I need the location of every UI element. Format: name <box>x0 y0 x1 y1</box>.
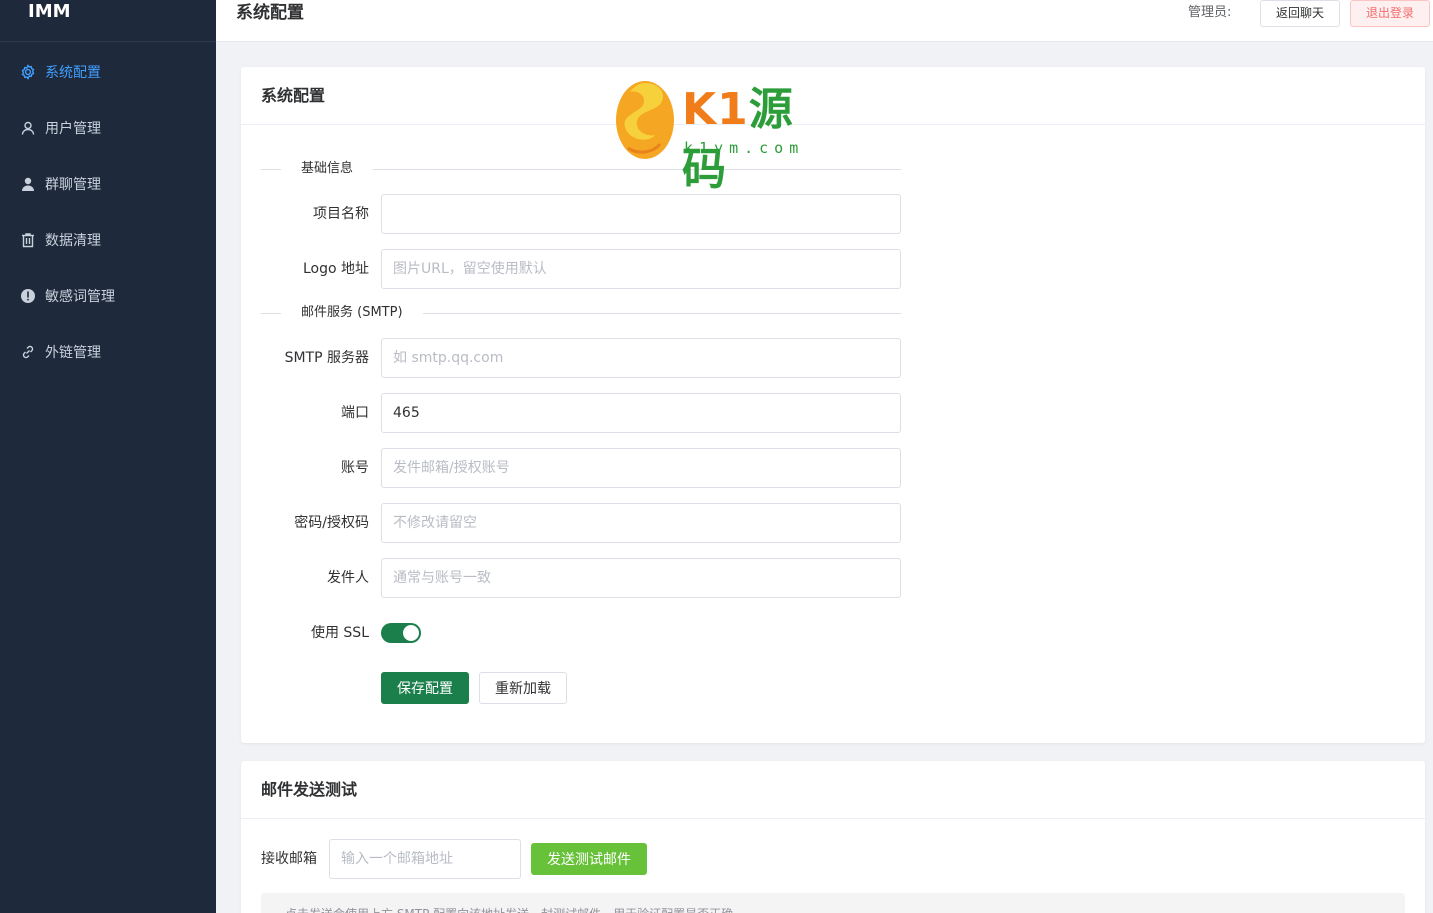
field-label: 项目名称 <box>313 206 369 222</box>
form-row-account: 账号 <box>241 448 941 488</box>
user-filled-icon <box>20 176 36 192</box>
form-row-password: 密码/授权码 <box>241 503 941 543</box>
field-label: 账号 <box>341 460 369 476</box>
admin-label: 管理员: <box>1188 5 1232 20</box>
reload-button[interactable]: 重新加载 <box>479 672 567 704</box>
field-label: SMTP 服务器 <box>284 350 369 366</box>
sidebar-item-label: 数据清理 <box>45 233 101 249</box>
ssl-toggle[interactable] <box>381 623 421 643</box>
field-label: 使用 SSL <box>310 625 369 641</box>
sidebar: IMM 系统配置 用户管理 群聊管理 数据清理 敏感词管理 外链管理 <box>0 0 216 913</box>
sidebar-item-external-links[interactable]: 外链管理 <box>0 324 216 380</box>
sender-input[interactable] <box>381 558 901 598</box>
sidebar-menu: 系统配置 用户管理 群聊管理 数据清理 敏感词管理 外链管理 <box>0 42 216 380</box>
toggle-knob <box>403 625 419 641</box>
sidebar-item-label: 群聊管理 <box>45 177 101 193</box>
link-icon <box>20 344 36 360</box>
brand-name: IMM <box>28 1 71 22</box>
smtp-server-input[interactable] <box>381 338 901 378</box>
form-row-ssl: 使用 SSL <box>241 613 941 653</box>
form-row-sender: 发件人 <box>241 558 941 598</box>
back-to-chat-button[interactable]: 返回聊天 <box>1260 0 1340 27</box>
card-title: 系统配置 <box>241 67 1425 125</box>
top-header: 系统配置 管理员: 返回聊天 退出登录 <box>216 0 1433 42</box>
watermark-domain: k1ym.com <box>684 139 805 157</box>
mail-test-hint: 点击发送会使用上方 SMTP 配置向该地址发送一封测试邮件，用于验证配置是否正确… <box>261 893 1405 913</box>
user-icon <box>20 120 36 136</box>
sidebar-item-sensitive-words[interactable]: 敏感词管理 <box>0 268 216 324</box>
trash-icon <box>20 232 36 248</box>
field-label: 发件人 <box>327 570 369 586</box>
sidebar-item-user-management[interactable]: 用户管理 <box>0 100 216 156</box>
sidebar-item-label: 系统配置 <box>45 65 101 81</box>
watermark-logo-icon <box>616 81 674 159</box>
field-label: 端口 <box>341 405 369 421</box>
recipient-email-input[interactable] <box>329 839 521 879</box>
card-title: 邮件发送测试 <box>241 761 1425 819</box>
field-label: Logo 地址 <box>302 261 369 277</box>
logout-button[interactable]: 退出登录 <box>1350 0 1430 27</box>
form-row-project-name: 项目名称 <box>241 194 941 234</box>
port-input[interactable] <box>381 393 901 433</box>
section-divider-smtp: 邮件服务 (SMTP) <box>261 303 901 323</box>
gear-icon <box>20 64 36 80</box>
recipient-label: 接收邮箱 <box>261 851 317 867</box>
watermark-logo: K1源码 k1ym.com <box>614 78 824 195</box>
section-title: 基础信息 <box>281 159 374 179</box>
sidebar-item-label: 用户管理 <box>45 121 101 137</box>
section-title: 邮件服务 (SMTP) <box>281 303 423 323</box>
warning-icon <box>20 288 36 304</box>
sidebar-item-data-cleanup[interactable]: 数据清理 <box>0 212 216 268</box>
send-test-mail-button[interactable]: 发送测试邮件 <box>531 843 647 875</box>
sidebar-item-system-config[interactable]: 系统配置 <box>0 44 216 100</box>
form-row-smtp-server: SMTP 服务器 <box>241 338 941 378</box>
field-label: 密码/授权码 <box>294 515 369 531</box>
form-row-port: 端口 <box>241 393 941 433</box>
save-config-button[interactable]: 保存配置 <box>381 672 469 704</box>
system-config-card: 系统配置 基础信息 项目名称 Logo 地址 邮件服务 (SMTP) SMTP … <box>241 67 1425 743</box>
mail-test-card: 邮件发送测试 接收邮箱 发送测试邮件 点击发送会使用上方 SMTP 配置向该地址… <box>241 761 1425 913</box>
form-row-logo: Logo 地址 <box>241 249 941 289</box>
sidebar-item-label: 敏感词管理 <box>45 289 115 305</box>
password-input[interactable] <box>381 503 901 543</box>
project-name-input[interactable] <box>381 194 901 234</box>
watermark-text-orange: K1 <box>682 84 749 135</box>
account-input[interactable] <box>381 448 901 488</box>
sidebar-item-label: 外链管理 <box>45 345 101 361</box>
logo-url-input[interactable] <box>381 249 901 289</box>
brand-logo: IMM <box>0 0 216 42</box>
sidebar-item-group-management[interactable]: 群聊管理 <box>0 156 216 212</box>
page-title: 系统配置 <box>236 3 304 23</box>
